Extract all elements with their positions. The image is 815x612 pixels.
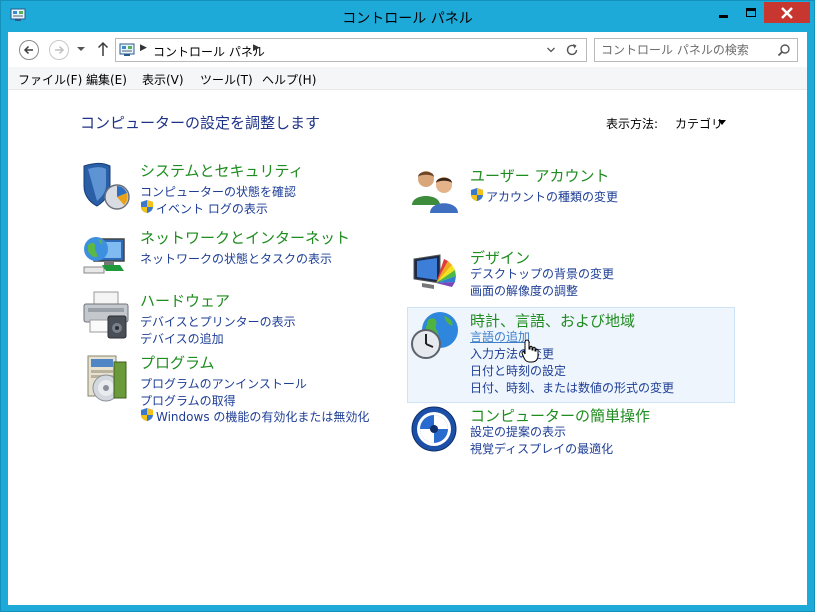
maximize-icon	[745, 8, 756, 17]
menu-help[interactable]: ヘルプ(H)	[262, 71, 316, 88]
recent-locations-chevron-icon[interactable]	[76, 44, 86, 54]
category-user-accounts-title[interactable]: ユーザー アカウント	[470, 165, 609, 186]
search-icon[interactable]	[777, 43, 791, 57]
category-design: デザイン デスクトップの背景の変更 画面の解像度の調整	[410, 247, 730, 299]
menu-tools[interactable]: ツール(T)	[200, 71, 253, 88]
category-user-accounts: ユーザー アカウント アカウントの種類の変更	[410, 165, 730, 215]
navigation-bar: ▶ コントロール パネル ▶	[8, 32, 807, 67]
control-panel-icon	[119, 43, 135, 56]
forward-button[interactable]	[49, 40, 69, 60]
forward-arrow-icon	[55, 45, 65, 55]
menu-file[interactable]: ファイル(F)	[18, 71, 82, 88]
close-icon	[781, 6, 793, 19]
link-optimize-visual-display[interactable]: 視覚ディスプレイの最適化	[470, 440, 613, 457]
view-by-dropdown-arrow-icon[interactable]	[718, 120, 726, 125]
link-change-input-method[interactable]: 入力方法の変更	[470, 345, 554, 362]
link-change-desktop-background[interactable]: デスクトップの背景の変更	[470, 265, 614, 282]
close-button[interactable]	[764, 2, 810, 23]
link-change-account-type[interactable]: アカウントの種類の変更	[486, 188, 618, 205]
user-accounts-icon[interactable]	[410, 165, 462, 217]
hand-cursor-icon	[521, 339, 539, 363]
address-bar[interactable]: ▶ コントロール パネル ▶	[115, 38, 587, 62]
up-arrow-icon[interactable]	[96, 41, 110, 57]
menu-edit[interactable]: 編集(E)	[86, 71, 127, 88]
network-globe-icon[interactable]	[80, 227, 132, 279]
link-view-event-logs[interactable]: イベント ログの表示	[156, 200, 268, 217]
category-programs-title[interactable]: プログラム	[140, 352, 215, 373]
page-heading: コンピューターの設定を調整します	[80, 114, 321, 132]
programs-icon[interactable]	[80, 352, 132, 404]
back-button[interactable]	[19, 40, 39, 60]
link-add-device[interactable]: デバイスの追加	[140, 330, 224, 347]
ease-of-access-icon[interactable]	[410, 405, 462, 457]
link-get-programs[interactable]: プログラムの取得	[140, 392, 236, 409]
link-check-computer-status[interactable]: コンピューターの状態を確認	[140, 183, 296, 200]
address-history-chevron-icon[interactable]	[546, 45, 556, 55]
link-view-devices-printers[interactable]: デバイスとプリンターの表示	[140, 313, 296, 330]
uac-shield-icon	[141, 408, 153, 421]
link-adjust-screen-resolution[interactable]: 画面の解像度の調整	[470, 282, 578, 299]
title-bar[interactable]: コントロール パネル	[1, 1, 814, 32]
category-network-internet-title[interactable]: ネットワークとインターネット	[140, 227, 350, 248]
category-hardware-title[interactable]: ハードウェア	[140, 290, 230, 311]
window-client: ▶ コントロール パネル ▶ ファイル(F)	[8, 32, 807, 605]
window-title: コントロール パネル	[342, 11, 473, 27]
link-view-network-status[interactable]: ネットワークの状態とタスクの表示	[140, 250, 332, 267]
view-by-dropdown[interactable]: カテゴリ	[675, 115, 723, 132]
minimize-button[interactable]	[710, 2, 737, 23]
hardware-printer-icon[interactable]	[80, 290, 132, 342]
search-box[interactable]	[594, 38, 798, 62]
maximize-button[interactable]	[737, 2, 764, 23]
category-system-security-title[interactable]: システムとセキュリティ	[140, 160, 304, 181]
uac-shield-icon	[141, 200, 153, 213]
category-network-internet: ネットワークとインターネット ネットワークの状態とタスクの表示	[80, 227, 400, 279]
link-change-date-number-formats[interactable]: 日付、時刻、または数値の形式の変更	[470, 379, 674, 396]
main-content: コンピューターの設定を調整します 表示方法: カテゴリ システムとセキュリティ …	[8, 90, 807, 605]
link-get-recommendations[interactable]: 設定の提案の表示	[470, 423, 566, 440]
link-windows-features[interactable]: Windows の機能の有効化または無効化	[156, 408, 369, 425]
link-uninstall-program[interactable]: プログラムのアンインストール	[140, 375, 307, 392]
system-security-shield-icon[interactable]	[80, 160, 132, 212]
link-set-date-time[interactable]: 日付と時刻の設定	[470, 362, 566, 379]
breadcrumb-control-panel[interactable]: コントロール パネル	[153, 43, 265, 60]
control-panel-window: コントロール パネル ▶ コントロール パネル ▶ コントロール パネルの検索 …	[0, 0, 815, 612]
breadcrumb-separator-icon[interactable]: ▶	[253, 43, 260, 53]
category-system-security: システムとセキュリティ コンピューターの状態を確認 イベント ログの表示	[80, 160, 400, 220]
category-clock-language-region: 時計、言語、および地域 言語の追加 入力方法の変更 日付と時刻の設定 日付、時刻…	[410, 310, 730, 400]
back-arrow-icon	[23, 45, 33, 55]
breadcrumb-separator-icon[interactable]: ▶	[140, 43, 147, 53]
menu-bar: ファイル(F) 編集(E) 表示(V) ツール(T) ヘルプ(H)	[8, 67, 807, 90]
view-by-label: 表示方法:	[606, 117, 659, 131]
category-ease-of-access: コンピューターの簡単操作 設定の提案の表示 視覚ディスプレイの最適化	[410, 405, 730, 457]
clock-globe-icon[interactable]	[410, 310, 462, 362]
design-monitor-icon[interactable]	[410, 247, 462, 299]
category-programs: プログラム プログラムのアンインストール プログラムの取得 Windows の機…	[80, 352, 400, 425]
category-hardware: ハードウェア デバイスとプリンターの表示 デバイスの追加	[80, 290, 400, 346]
uac-shield-icon	[471, 188, 483, 201]
refresh-icon[interactable]	[565, 43, 579, 57]
minimize-icon	[719, 15, 728, 18]
menu-view[interactable]: 表示(V)	[142, 71, 184, 88]
search-input[interactable]	[601, 42, 771, 58]
